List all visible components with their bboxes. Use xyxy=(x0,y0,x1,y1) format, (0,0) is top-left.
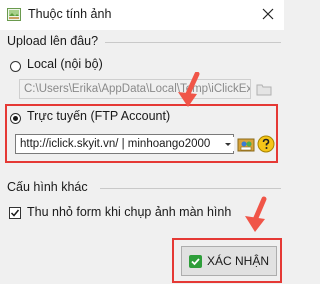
minimize-form-label[interactable]: Thu nhỏ form khi chụp ảnh màn hình xyxy=(27,205,231,219)
section-divider xyxy=(100,188,281,189)
online-radio-label[interactable]: Trực tuyến (FTP Account) xyxy=(27,109,170,123)
confirm-button[interactable]: XÁC NHẬN xyxy=(181,246,277,276)
arrow-down-icon xyxy=(175,71,205,110)
close-button[interactable] xyxy=(254,1,282,29)
image-icon xyxy=(7,8,21,21)
browse-folder-button xyxy=(255,80,273,98)
local-radio[interactable] xyxy=(10,61,21,72)
other-section-title: Cấu hình khác xyxy=(7,180,88,194)
folder-icon xyxy=(255,84,273,101)
window-title: Thuộc tính ảnh xyxy=(28,7,112,21)
arrow-down-icon xyxy=(240,196,274,234)
upload-section-title: Upload lên đâu? xyxy=(7,34,99,48)
local-radio-label[interactable]: Local (nội bộ) xyxy=(27,57,103,71)
section-divider xyxy=(105,42,281,43)
minimize-form-checkbox[interactable] xyxy=(9,207,21,219)
confirm-button-label: XÁC NHẬN xyxy=(206,254,269,268)
checkmark-icon xyxy=(188,254,202,268)
help-icon xyxy=(257,135,275,156)
online-radio[interactable] xyxy=(10,113,21,124)
users-icon xyxy=(237,138,255,156)
chevron-down-icon[interactable] xyxy=(222,137,234,151)
close-icon xyxy=(262,8,274,23)
ftp-account-select[interactable]: http://iclick.skyit.vn/ | minhoango2000 xyxy=(15,134,234,154)
manage-accounts-button[interactable] xyxy=(237,135,255,153)
local-path-field: C:\Users\Erika\AppData\Local\Temp\iClick… xyxy=(19,79,251,99)
help-button[interactable] xyxy=(257,135,275,153)
